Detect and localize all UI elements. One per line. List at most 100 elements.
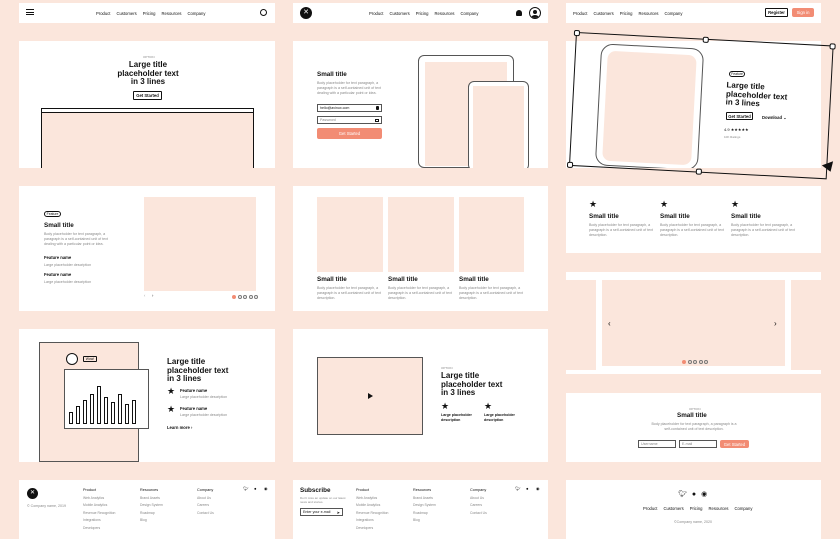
footer-link[interactable]: About Us <box>197 495 214 503</box>
selection-frame[interactable] <box>566 29 836 180</box>
github-icon[interactable]: ◉ <box>536 486 540 491</box>
form-title: Small title <box>677 412 707 419</box>
column-image-3 <box>459 197 524 272</box>
nav-company[interactable]: Company <box>735 506 753 511</box>
footer-link[interactable]: Roadmap <box>413 510 436 518</box>
next-arrow-icon[interactable]: › <box>152 293 153 298</box>
send-icon[interactable]: ➤ <box>337 510 340 515</box>
nav-pricing[interactable]: Pricing <box>416 11 429 16</box>
nav-links: Product Customers Pricing Resources Comp… <box>96 11 211 16</box>
github-icon[interactable]: ◉ <box>264 486 268 491</box>
nav-customers[interactable]: Customers <box>663 506 683 511</box>
search-icon[interactable] <box>260 9 267 16</box>
username-field[interactable]: Username <box>638 440 676 448</box>
password-field[interactable]: Password <box>317 116 382 124</box>
footer-link[interactable]: Careers <box>470 502 487 510</box>
signin-button[interactable]: Sign in <box>792 8 814 17</box>
nav-pricing[interactable]: Pricing <box>690 506 703 511</box>
footer-link[interactable]: Blog <box>413 517 436 525</box>
nav-pricing[interactable]: Pricing <box>143 11 156 16</box>
twitter-icon[interactable]: 🐦︎ <box>515 486 520 492</box>
nav-customers[interactable]: Customers <box>116 11 136 16</box>
gallery-right-image <box>791 280 821 370</box>
avatar[interactable] <box>529 7 541 19</box>
feature-image <box>144 197 256 291</box>
footer-link[interactable]: Web Analytics <box>356 495 388 503</box>
feature-name-2: Feature name <box>44 272 72 277</box>
feature-carousel-card: Feature Small title Body placeholder for… <box>19 186 275 311</box>
bell-icon[interactable] <box>516 10 522 16</box>
facebook-icon[interactable]: ● <box>254 486 257 491</box>
eyebrow: OPTION <box>689 407 701 411</box>
footer-link[interactable]: Revenue Recognition <box>83 510 115 518</box>
column-body-3: Body placeholder for text paragraph, a p… <box>459 286 523 300</box>
nav-customers[interactable]: Customers <box>593 11 613 16</box>
nav-customers[interactable]: Customers <box>389 11 409 16</box>
footer-company-column: Company About Us Careers Contact Us <box>470 487 487 517</box>
footer-link[interactable]: Developers <box>83 525 115 533</box>
footer-link[interactable]: Web Analytics <box>83 495 115 503</box>
footer-link[interactable]: About Us <box>470 495 487 503</box>
footer-link[interactable]: Contact Us <box>197 510 214 518</box>
signup-get-started-button[interactable]: Get Started <box>317 128 382 139</box>
email-field[interactable]: E-mail <box>679 440 717 448</box>
subscribe-email-field[interactable]: Enter your e-mail ➤ <box>300 508 343 516</box>
prev-arrow-icon[interactable]: ‹ <box>608 319 611 328</box>
footer-link[interactable]: Design System <box>140 502 163 510</box>
nav-product[interactable]: Product <box>369 11 383 16</box>
eyebrow: OPTION <box>143 55 155 59</box>
footer-link[interactable]: Revenue Recognition <box>356 510 388 518</box>
analytics-title: Large title placeholder text in 3 lines <box>167 357 228 384</box>
nav-company[interactable]: Company <box>665 11 683 16</box>
twitter-icon[interactable]: 🐦︎ <box>243 486 248 492</box>
logo-icon[interactable]: ✕ <box>27 488 38 499</box>
footer-link[interactable]: Developers <box>356 525 388 533</box>
nav-resources[interactable]: Resources <box>435 11 455 16</box>
gallery-card: ‹ › <box>566 272 821 374</box>
nav-company[interactable]: Company <box>461 11 479 16</box>
nav-product[interactable]: Product <box>96 11 110 16</box>
footer-card-2: Subscribe Don't miss an update on our la… <box>293 480 548 539</box>
footer-link[interactable]: Roadmap <box>140 510 163 518</box>
twitter-icon[interactable]: 🐦︎ <box>678 491 692 498</box>
nav-product[interactable]: Product <box>643 506 657 511</box>
nav-resources[interactable]: Resources <box>709 506 729 511</box>
nav-resources[interactable]: Resources <box>162 11 182 16</box>
learn-more-link[interactable]: Learn more › <box>167 425 192 430</box>
email-field[interactable]: hello@avinux.com <box>317 104 382 112</box>
github-icon[interactable]: ◉ <box>701 491 712 498</box>
footer-link[interactable]: Careers <box>197 502 214 510</box>
footer-link[interactable]: Mobile Analytics <box>83 502 115 510</box>
play-icon[interactable] <box>368 393 373 399</box>
logo-icon[interactable]: ✕ <box>300 7 312 19</box>
next-arrow-icon[interactable]: › <box>774 319 777 328</box>
carousel-dots[interactable] <box>682 360 708 364</box>
nav-company[interactable]: Company <box>188 11 206 16</box>
star-body-3: Body placeholder for text paragraph, a p… <box>731 223 795 237</box>
star-title-1: Small title <box>589 213 619 220</box>
video-desc-2: Large placeholder description <box>484 413 515 422</box>
subscribe-title: Subscribe <box>300 487 331 494</box>
footer-link[interactable]: Integrations <box>83 517 115 525</box>
footer-link[interactable]: Brand Assets <box>140 495 163 503</box>
hamburger-menu-icon[interactable] <box>26 9 34 15</box>
footer-link[interactable]: Mobile Analytics <box>356 502 388 510</box>
nav-pricing[interactable]: Pricing <box>620 11 633 16</box>
nav-card-1: Product Customers Pricing Resources Comp… <box>19 3 275 23</box>
carousel-dots[interactable] <box>232 295 258 299</box>
register-button[interactable]: Register <box>765 8 788 17</box>
facebook-icon[interactable]: ● <box>692 491 701 498</box>
facebook-icon[interactable]: ● <box>526 486 529 491</box>
star-icon: ★ <box>167 386 176 396</box>
footer-link[interactable]: Contact Us <box>470 510 487 518</box>
footer-link[interactable]: Blog <box>140 517 163 525</box>
footer-link[interactable]: Brand Assets <box>413 495 436 503</box>
footer-link[interactable]: Integrations <box>356 517 388 525</box>
nav-resources[interactable]: Resources <box>639 11 659 16</box>
prev-arrow-icon[interactable]: ‹ <box>144 293 145 298</box>
form-get-started-button[interactable]: Get Started <box>720 440 749 448</box>
footer-link[interactable]: Design System <box>413 502 436 510</box>
get-started-button[interactable]: Get Started <box>133 91 162 100</box>
video-player[interactable] <box>317 357 423 435</box>
nav-product[interactable]: Product <box>573 11 587 16</box>
